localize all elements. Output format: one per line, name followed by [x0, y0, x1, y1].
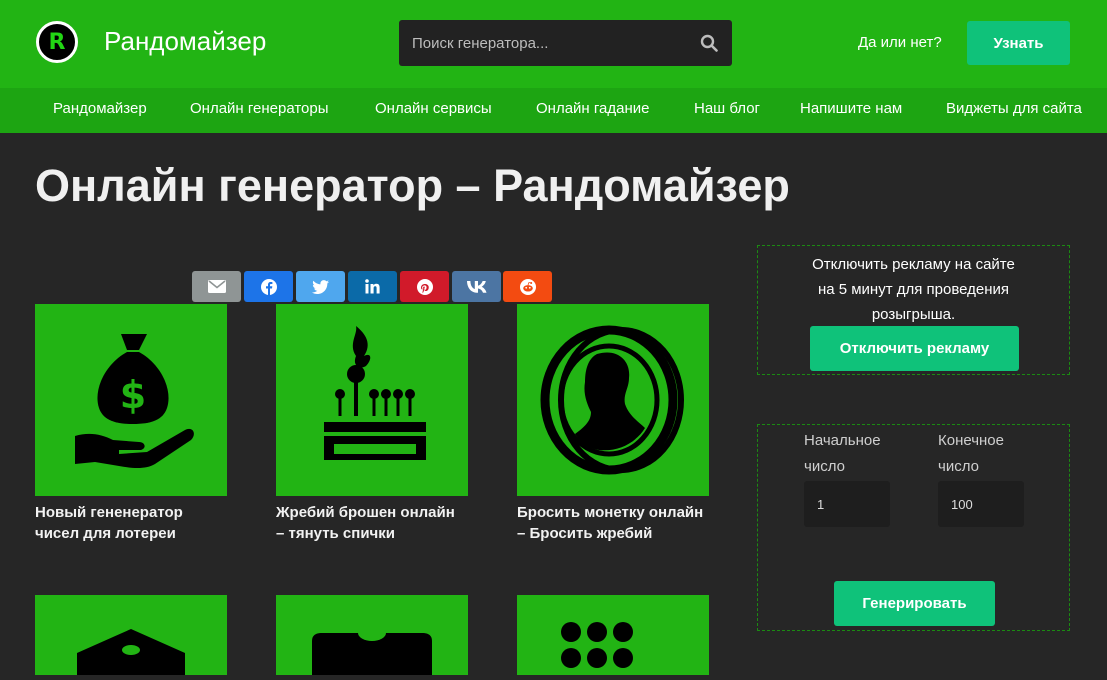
share-facebook-button[interactable] [244, 271, 293, 302]
label-line: число [938, 458, 979, 475]
ad-text-line: розыгрыша. [871, 306, 956, 323]
card-matches-title[interactable]: Жребий брошен онлайн – тянуть спички [276, 502, 468, 544]
linkedin-icon [365, 279, 380, 294]
pinterest-icon [416, 278, 433, 295]
card-dice-image[interactable] [35, 595, 227, 675]
nav-item-contact[interactable]: Напишите нам [800, 100, 902, 117]
card-coin-flip-image[interactable] [517, 304, 709, 496]
nav-item-online-fortune[interactable]: Онлайн гадание [536, 100, 649, 117]
share-reddit-button[interactable] [503, 271, 552, 302]
card-title-line: чисел для лотереи [35, 525, 176, 542]
search-input[interactable] [399, 20, 689, 66]
svg-text:$: $ [120, 373, 146, 417]
dice-icon [77, 629, 185, 675]
site-title[interactable]: Рандомайзер [104, 26, 266, 57]
share-pinterest-button[interactable] [400, 271, 449, 302]
share-twitter-button[interactable] [296, 271, 345, 302]
card-lottery-generator-image[interactable]: $ [35, 304, 227, 496]
card-title-line: Бросить монетку онлайн [517, 504, 704, 521]
dots-grid-icon [561, 622, 633, 668]
logo-letter: R [48, 29, 66, 55]
share-linkedin-button[interactable] [348, 271, 397, 302]
nav-item-online-services[interactable]: Онлайн сервисы [375, 100, 492, 117]
ad-text-line: на 5 минут для проведения [817, 281, 1010, 298]
end-number-label: Конечное число [938, 428, 1038, 480]
envelope-icon [207, 280, 226, 293]
main-nav: Рандомайзер Онлайн генераторы Онлайн сер… [0, 88, 1107, 133]
share-email-button[interactable] [192, 271, 241, 302]
disable-ads-widget: Отключить рекламу на сайте на 5 минут дл… [757, 245, 1070, 375]
share-vk-button[interactable] [452, 271, 501, 302]
site-logo[interactable]: R [36, 21, 78, 63]
card-title-line: Жребий брошен онлайн [276, 504, 455, 521]
card-lottery-generator-title[interactable]: Новый гененератор чисел для лотереи [35, 502, 227, 544]
label-line: Начальное [804, 432, 881, 449]
nav-item-widgets[interactable]: Виджеты для сайта [946, 100, 1082, 117]
card-dots-image[interactable] [517, 595, 709, 675]
card-title-line: – тянуть спички [276, 525, 395, 542]
card-matches-image[interactable] [276, 304, 468, 496]
nav-item-randomizer[interactable]: Рандомайзер [53, 100, 147, 117]
page-title: Онлайн генератор – Рандомайзер [35, 160, 790, 211]
card-title-line: Новый гененератор [35, 504, 183, 521]
card-ticket-image[interactable] [276, 595, 468, 675]
start-number-label: Начальное число [804, 428, 904, 480]
card-title-line: – Бросить жребий [517, 525, 653, 542]
reddit-icon [519, 278, 536, 295]
coin-icon [540, 325, 684, 475]
number-generator-widget: Начальное число Конечное число Генериров… [757, 424, 1070, 631]
card-coin-flip-title[interactable]: Бросить монетку онлайн – Бросить жребий [517, 502, 709, 544]
ticket-icon [312, 625, 432, 675]
start-number-input[interactable] [804, 481, 890, 527]
nav-item-blog[interactable]: Наш блог [694, 100, 760, 117]
yes-no-label: Да или нет? [858, 34, 942, 51]
nav-item-online-generators[interactable]: Онлайн генераторы [190, 100, 329, 117]
ad-text-line: Отключить рекламу на сайте [812, 256, 1015, 273]
label-line: Конечное [938, 432, 1004, 449]
learn-button[interactable]: Узнать [967, 21, 1070, 65]
disable-ads-text: Отключить рекламу на сайте на 5 минут дл… [758, 252, 1069, 327]
header-bar: R Рандомайзер Да или нет? Узнать [0, 0, 1107, 88]
generate-button[interactable]: Генерировать [834, 581, 995, 626]
facebook-icon [260, 278, 277, 295]
vk-icon [466, 280, 486, 293]
search-icon[interactable] [700, 34, 718, 52]
money-bag-hand-icon: $ [75, 334, 194, 468]
label-line: число [804, 458, 845, 475]
disable-ads-button[interactable]: Отключить рекламу [810, 326, 1019, 371]
matches-icon [324, 326, 426, 460]
search-box [399, 20, 732, 66]
twitter-icon [312, 279, 329, 294]
end-number-input[interactable] [938, 481, 1024, 527]
